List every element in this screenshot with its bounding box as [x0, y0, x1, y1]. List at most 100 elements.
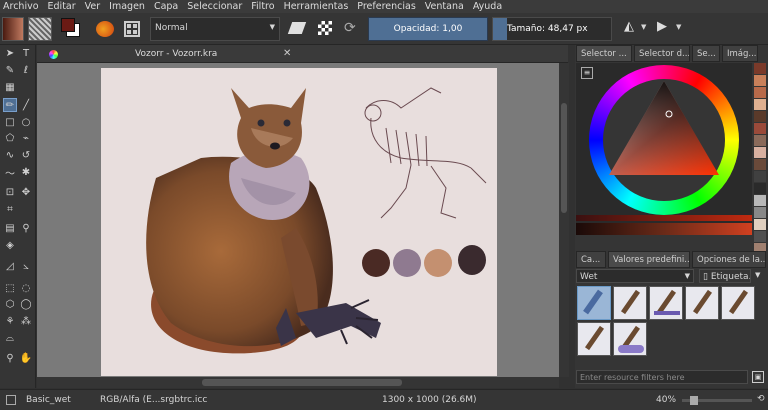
recent-color-swatch[interactable]: [754, 231, 766, 242]
polyline-tool-icon[interactable]: ⌁: [19, 131, 33, 145]
tag-button[interactable]: ▯ Etiqueta...: [699, 269, 751, 283]
menu-item[interactable]: Preferencias: [357, 1, 416, 12]
brush-preset-3[interactable]: [649, 286, 683, 320]
menu-item[interactable]: Archivo: [3, 1, 39, 12]
tab-tool-options[interactable]: Opciones de la...: [692, 251, 766, 268]
gradient-selector-button[interactable]: [2, 17, 24, 41]
pan-tool-icon[interactable]: ✋: [19, 351, 33, 365]
ellipse-tool-icon[interactable]: ○: [19, 115, 33, 129]
recent-color-swatch[interactable]: [754, 111, 766, 122]
close-document-icon[interactable]: ✕: [283, 48, 291, 59]
recent-color-swatch[interactable]: [754, 195, 766, 206]
gradient-tool-icon[interactable]: ▤: [3, 221, 17, 235]
opacity-slider[interactable]: Opacidad: 1,00: [368, 17, 488, 41]
color-picker-icon[interactable]: ⚲: [19, 221, 33, 235]
canvas-area[interactable]: [37, 63, 559, 377]
brush-preset-5[interactable]: [721, 286, 755, 320]
document-title[interactable]: Vozorr - Vozorr.kra: [135, 49, 217, 59]
reference-images-icon[interactable]: ▦: [3, 80, 17, 94]
blend-mode-select[interactable]: Normal ▼: [150, 17, 280, 41]
menu-item[interactable]: Filtro: [251, 1, 274, 12]
rect-select-icon[interactable]: ⬚: [3, 281, 17, 295]
mirror-horizontal-icon[interactable]: ◭: [624, 19, 634, 34]
brush-preset-2[interactable]: [613, 286, 647, 320]
pattern-selector-button[interactable]: [28, 17, 52, 41]
recent-color-swatch[interactable]: [754, 183, 766, 194]
edit-shapes-icon[interactable]: ✎: [3, 63, 17, 77]
brush-presets-icon[interactable]: [96, 21, 114, 37]
preserve-alpha-icon[interactable]: [318, 21, 332, 35]
eraser-mode-icon[interactable]: [287, 22, 307, 34]
color-history-bar[interactable]: [576, 215, 752, 221]
crop-icon[interactable]: ⌗: [3, 202, 17, 216]
polygon-select-icon[interactable]: ⬡: [3, 297, 17, 311]
vertical-scrollbar[interactable]: [559, 63, 569, 377]
brush-preset-1[interactable]: [577, 286, 611, 320]
recent-colors-column[interactable]: [754, 63, 766, 254]
settings-icon[interactable]: ≡: [581, 67, 593, 79]
saturation-value-triangle[interactable]: [607, 79, 721, 189]
bezier-curve-icon[interactable]: ∿: [3, 148, 17, 162]
fill-tool-icon[interactable]: ◈: [3, 238, 17, 252]
foreground-background-colors[interactable]: [60, 17, 86, 41]
recent-color-swatch[interactable]: [754, 219, 766, 230]
dynamic-brush-icon[interactable]: 〜: [3, 165, 17, 180]
rectangle-tool-icon[interactable]: □: [3, 115, 17, 129]
canvas-image[interactable]: [101, 68, 497, 376]
zoom-level[interactable]: 40%: [656, 395, 676, 405]
menu-item[interactable]: Herramientas: [284, 1, 349, 12]
ellipse-select-icon[interactable]: ◌: [19, 281, 33, 295]
color-shade-bar[interactable]: [576, 223, 752, 235]
text-tool-icon[interactable]: T: [19, 46, 33, 60]
brush-preset-4[interactable]: [685, 286, 719, 320]
menu-item[interactable]: Imagen: [109, 1, 145, 12]
move-icon[interactable]: ✥: [19, 185, 33, 199]
size-slider[interactable]: Tamaño: 48,47 px: [492, 17, 612, 41]
resource-filter-input[interactable]: Enter resource filters here: [576, 370, 748, 384]
recent-color-swatch[interactable]: [754, 159, 766, 170]
chevron-down-icon[interactable]: ▼: [641, 23, 646, 31]
horizontal-scrollbar[interactable]: [37, 377, 559, 388]
recent-color-swatch[interactable]: [754, 207, 766, 218]
menu-item[interactable]: Capa: [154, 1, 178, 12]
recent-color-swatch[interactable]: [754, 99, 766, 110]
tab-selector-3[interactable]: Se...: [692, 45, 720, 62]
freehand-brush-icon[interactable]: ✏: [3, 98, 17, 112]
similar-select-icon[interactable]: ⁂: [19, 314, 33, 328]
menu-item[interactable]: Seleccionar: [187, 1, 242, 12]
transform-icon[interactable]: ⊡: [3, 185, 17, 199]
chevron-down-icon[interactable]: ▼: [676, 23, 681, 31]
rotate-canvas-icon[interactable]: ⟲: [757, 394, 765, 404]
assistant-tool-icon[interactable]: ◿: [3, 259, 17, 273]
recent-color-swatch[interactable]: [754, 147, 766, 158]
preset-filter-select[interactable]: Wet ▼: [576, 269, 694, 283]
polygon-tool-icon[interactable]: ⬠: [3, 131, 17, 145]
contiguous-select-icon[interactable]: ⚘: [3, 314, 17, 328]
measure-tool-icon[interactable]: ⦣: [19, 259, 33, 273]
zoom-tool-icon[interactable]: ⚲: [3, 351, 17, 365]
zoom-slider[interactable]: [682, 396, 752, 405]
reload-preset-icon[interactable]: ⟳: [344, 20, 356, 36]
recent-color-swatch[interactable]: [754, 87, 766, 98]
brush-preset-6[interactable]: [577, 322, 611, 356]
recent-color-swatch[interactable]: [754, 135, 766, 146]
tab-color-selector-1[interactable]: Selector ...: [576, 45, 632, 62]
recent-color-swatch[interactable]: [754, 171, 766, 182]
menu-item[interactable]: Ayuda: [473, 1, 502, 12]
save-icon[interactable]: ▣: [752, 371, 764, 383]
brush-preset-7[interactable]: [613, 322, 647, 356]
tab-brush-presets[interactable]: Valores predefini...: [608, 251, 690, 268]
line-tool-icon[interactable]: ╱: [19, 98, 33, 112]
menu-item[interactable]: Editar: [48, 1, 76, 12]
menu-item[interactable]: Ver: [85, 1, 101, 12]
mirror-vertical-icon[interactable]: ▶: [657, 19, 667, 34]
tab-images[interactable]: Imág...: [722, 45, 758, 62]
tab-color-selector-2[interactable]: Selector d...: [634, 45, 690, 62]
chevron-down-icon[interactable]: ▼: [755, 271, 760, 279]
recent-color-swatch[interactable]: [754, 123, 766, 134]
menu-item[interactable]: Ventana: [425, 1, 464, 12]
brush-editor-icon[interactable]: [124, 21, 140, 37]
multibrush-icon[interactable]: ✱: [19, 165, 33, 179]
freehand-select-icon[interactable]: ◯: [19, 297, 33, 311]
bezier-select-icon[interactable]: ⌓: [3, 331, 17, 345]
